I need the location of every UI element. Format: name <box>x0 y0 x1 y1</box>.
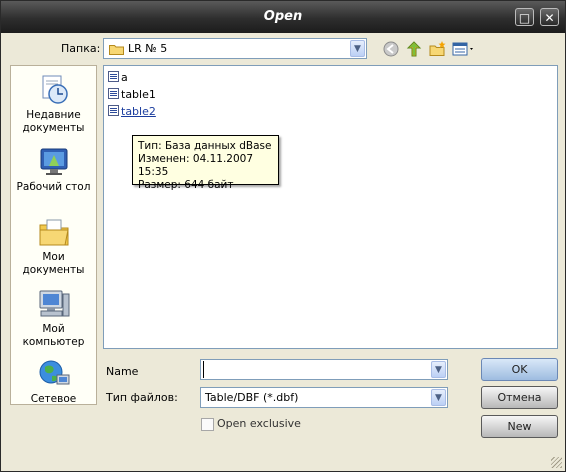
place-my-computer[interactable]: Мой компьютер <box>11 288 96 349</box>
file-type-value: Table/DBF (*.dbf) <box>205 391 299 404</box>
file-name-input[interactable] <box>203 361 434 378</box>
open-dialog: Open □ ✕ Папка: LR № 5 ▼ Недавние докуме… <box>0 0 566 472</box>
view-menu-icon <box>452 42 473 56</box>
close-icon: ✕ <box>544 11 555 25</box>
cancel-button[interactable]: Отмена <box>481 386 558 409</box>
folder-icon <box>109 45 124 55</box>
back-icon <box>383 41 399 57</box>
look-in-value: LR № 5 <box>128 42 168 55</box>
new-button[interactable]: New <box>481 415 558 438</box>
chevron-down-icon[interactable]: ▼ <box>431 389 446 406</box>
name-label: Name <box>106 365 139 378</box>
open-exclusive-checkbox[interactable] <box>201 418 214 431</box>
file-item[interactable]: table1 <box>108 87 156 103</box>
chevron-down-icon[interactable]: ▼ <box>350 40 365 57</box>
up-folder-icon <box>406 41 422 57</box>
open-exclusive-label: Open exclusive <box>217 417 301 430</box>
window-title: Open <box>263 9 303 24</box>
new-folder-button[interactable] <box>428 41 448 59</box>
file-name-combo[interactable]: ▼ <box>200 359 448 380</box>
file-info-tooltip: Тип: База данных dBase Изменен: 04.11.20… <box>132 135 279 191</box>
places-bar: Недавние документы Рабочий стол Мои доку… <box>10 65 97 405</box>
table-file-icon <box>108 71 119 82</box>
place-network[interactable]: Сетевое <box>11 358 96 404</box>
table-file-icon <box>108 88 119 99</box>
file-list[interactable]: a table1 table2 <box>103 65 558 349</box>
look-in-label: Папка: <box>61 42 101 55</box>
place-my-documents[interactable]: Мои документы <box>11 216 96 277</box>
recent-documents-icon <box>42 75 68 104</box>
my-documents-icon <box>39 219 69 246</box>
place-recent-documents[interactable]: Недавние документы <box>11 74 96 135</box>
desktop-icon <box>40 148 67 175</box>
look-in-combo[interactable]: LR № 5 ▼ <box>103 38 367 59</box>
resize-grip[interactable] <box>551 457 562 468</box>
back-button[interactable] <box>381 41 401 59</box>
views-menu-button[interactable] <box>452 41 476 59</box>
maximize-icon: □ <box>518 11 531 25</box>
table-file-icon <box>108 105 119 116</box>
network-icon <box>39 360 69 385</box>
my-computer-icon <box>39 290 69 317</box>
new-folder-icon <box>429 41 446 56</box>
ok-button[interactable]: OK <box>481 358 558 381</box>
close-button[interactable]: ✕ <box>540 8 559 26</box>
up-folder-button[interactable] <box>404 41 424 59</box>
maximize-button[interactable]: □ <box>515 8 534 26</box>
file-item[interactable]: a <box>108 70 128 86</box>
file-item[interactable]: table2 <box>108 104 156 120</box>
file-type-label: Тип файлов: <box>106 391 178 404</box>
place-desktop[interactable]: Рабочий стол <box>11 146 96 194</box>
chevron-down-icon[interactable]: ▼ <box>431 361 446 378</box>
title-bar[interactable]: Open □ ✕ <box>1 1 565 33</box>
file-type-combo[interactable]: Table/DBF (*.dbf) ▼ <box>200 387 448 408</box>
